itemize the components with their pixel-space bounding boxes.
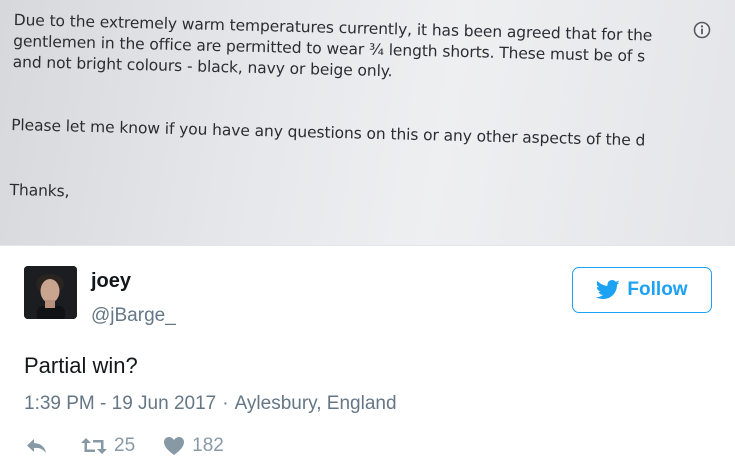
display-name[interactable]: joey (91, 270, 131, 293)
info-icon[interactable] (693, 21, 711, 39)
email-body: Due to the extremely warm temperatures c… (9, 10, 735, 220)
follow-label: Follow (627, 279, 688, 300)
email-screenshot-photo: Due to the extremely warm temperatures c… (0, 0, 735, 245)
reply-button[interactable] (24, 436, 48, 456)
retweet-icon (81, 438, 107, 454)
user-handle[interactable]: @jBarge_ (91, 305, 176, 327)
like-button[interactable]: 182 (163, 435, 224, 457)
tweet-text: Partial win? (24, 353, 138, 378)
tweet-timestamp[interactable]: 1:39 PM - 19 Jun 2017 (24, 393, 216, 414)
retweet-count: 25 (114, 435, 136, 456)
like-count: 182 (192, 435, 224, 456)
follow-button[interactable]: Follow (572, 267, 712, 313)
heart-icon (164, 437, 185, 455)
meta-separator: · (222, 393, 229, 414)
retweet-button[interactable]: 25 (80, 435, 135, 457)
tweet-actions: 25 182 (24, 433, 224, 459)
reply-icon (27, 439, 46, 453)
tweet-location[interactable]: Aylesbury, England (235, 393, 397, 414)
avatar[interactable] (24, 266, 77, 319)
twitter-bird-icon (596, 280, 621, 299)
tweet-meta: 1:39 PM - 19 Jun 2017 · Aylesbury, England (24, 393, 397, 415)
divider (0, 245, 735, 246)
